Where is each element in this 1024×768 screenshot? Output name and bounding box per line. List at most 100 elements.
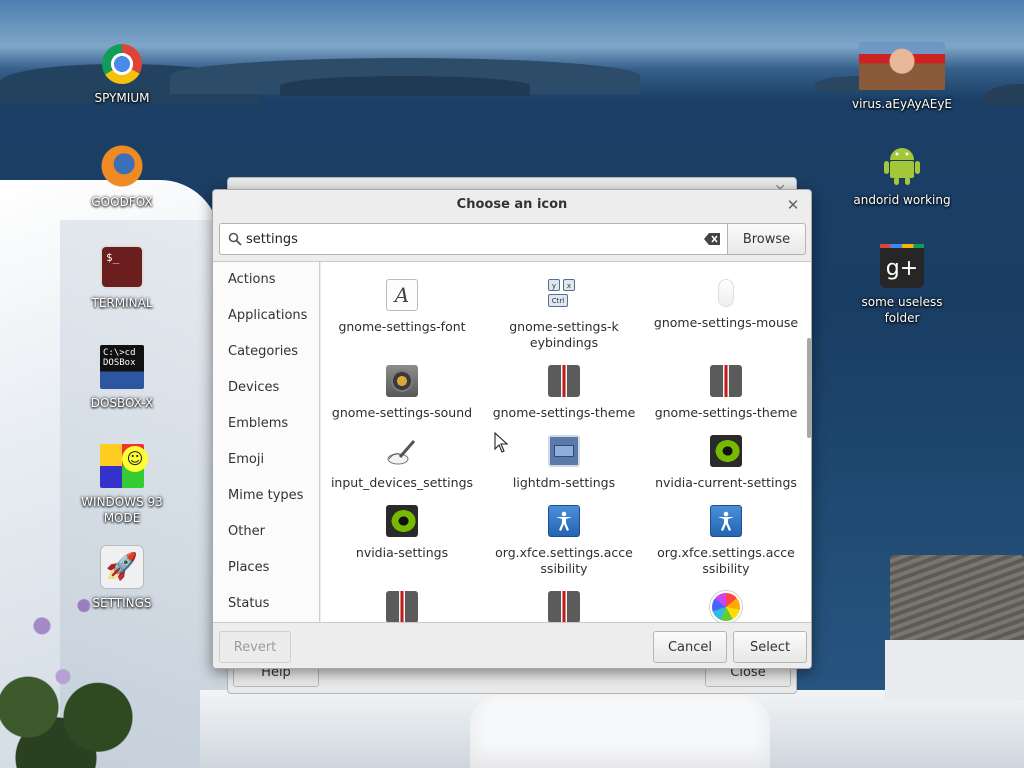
desktop-icon-label: SPYMIUM xyxy=(94,91,150,105)
icon-label: gnome-settings-sound xyxy=(331,405,473,420)
icon-label: input_devices_settings xyxy=(330,475,474,490)
desktop-icon-label: DOSBOX-X xyxy=(90,396,154,410)
speaker-icon xyxy=(386,365,418,397)
rocket-icon: 🚀 xyxy=(100,545,144,589)
clear-search-icon[interactable] xyxy=(701,224,723,254)
smiley-icon: ☺ xyxy=(122,446,148,472)
wallpaper-island xyxy=(280,76,530,96)
icon-label: gnome-settings-theme xyxy=(492,405,636,420)
dialog-title: Choose an icon ✕ xyxy=(213,190,811,220)
accessibility-icon xyxy=(710,505,742,537)
category-actions[interactable]: Actions xyxy=(213,262,319,298)
icon-cell[interactable]: gnome-settings-mouse xyxy=(645,279,807,331)
icon-label: gnome-settings-keybindings xyxy=(509,319,619,350)
suit-tie-icon xyxy=(548,591,580,622)
icon-label: gnome-settings-mouse xyxy=(653,315,799,330)
desktop-icon-windows93[interactable]: ☺ WINDOWS 93 MODE xyxy=(67,444,177,526)
desktop-icon-android[interactable]: andorid working xyxy=(847,142,957,208)
select-button[interactable]: Select xyxy=(733,631,807,663)
icon-label: nvidia-current-settings xyxy=(655,475,797,490)
icon-cell[interactable] xyxy=(321,591,483,622)
category-other[interactable]: Other xyxy=(213,514,319,550)
category-places[interactable]: Places xyxy=(213,550,319,586)
desktop-icon-terminal[interactable]: $_ TERMINAL xyxy=(67,245,177,311)
suit-tie-icon xyxy=(386,591,418,622)
icon-cell[interactable]: y x Ctrl gnome-settings-keybindings xyxy=(483,279,645,351)
dialog-body: Actions Applications Categories Devices … xyxy=(213,261,811,623)
icon-cell[interactable]: gnome-settings-sound xyxy=(321,365,483,421)
desktop-icon-label: GOODFOX xyxy=(91,195,153,209)
search-box xyxy=(219,223,727,255)
desktop-icon-label: SETTINGS xyxy=(89,595,155,611)
category-emoji[interactable]: Emoji xyxy=(213,442,319,478)
icon-cell[interactable]: org.xfce.settings.accessibility xyxy=(483,505,645,577)
photos-icon xyxy=(710,591,742,622)
virus-image-icon xyxy=(859,42,945,90)
suit-tie-icon xyxy=(548,365,580,397)
desktop-icon-goodfox[interactable]: GOODFOX xyxy=(67,144,177,210)
desktop-icon-settings[interactable]: 🚀 SETTINGS xyxy=(67,545,177,611)
android-icon xyxy=(880,142,924,186)
nvidia-icon xyxy=(710,435,742,467)
wallpaper-island xyxy=(985,84,1024,106)
icon-cell[interactable]: A gnome-settings-font xyxy=(321,279,483,335)
desktop-icon-virus[interactable]: virus.aEyAyAEyE xyxy=(847,42,957,112)
search-row: Browse xyxy=(219,223,806,255)
pen-tablet-icon xyxy=(386,435,418,467)
desktop-icon-label: WINDOWS 93 MODE xyxy=(81,495,163,525)
icon-label: nvidia-settings xyxy=(355,545,449,560)
desktop-icon-spymium[interactable]: SPYMIUM xyxy=(67,44,177,106)
close-icon[interactable]: ✕ xyxy=(785,190,801,220)
browse-button[interactable]: Browse xyxy=(727,223,806,255)
icon-cell[interactable]: nvidia-settings xyxy=(321,505,483,561)
suit-tie-icon xyxy=(710,365,742,397)
icon-label: org.xfce.settings.accessibility xyxy=(657,545,795,576)
category-categories[interactable]: Categories xyxy=(213,334,319,370)
category-emblems[interactable]: Emblems xyxy=(213,406,319,442)
category-devices[interactable]: Devices xyxy=(213,370,319,406)
nvidia-icon xyxy=(386,505,418,537)
icon-label: org.xfce.settings.accessibility xyxy=(495,545,633,576)
category-applications[interactable]: Applications xyxy=(213,298,319,334)
terminal-icon: $_ xyxy=(100,245,144,289)
icon-cell[interactable]: nvidia-current-settings xyxy=(645,435,807,491)
search-icon xyxy=(224,224,246,254)
category-mime-types[interactable]: Mime types xyxy=(213,478,319,514)
dialog-footer: Revert Cancel Select xyxy=(213,624,811,668)
chrome-icon xyxy=(102,44,142,84)
icon-label: gnome-settings-theme xyxy=(654,405,798,420)
icon-cell[interactable] xyxy=(483,591,645,622)
icon-cell[interactable]: org.xfce.settings.accessibility xyxy=(645,505,807,577)
icon-grid: A gnome-settings-font y x Ctrl gnome-set… xyxy=(321,262,811,622)
grid-scrollbar[interactable] xyxy=(807,338,811,438)
desktop-icon-label: TERMINAL xyxy=(91,296,153,310)
icon-cell[interactable]: gnome-settings-theme xyxy=(483,365,645,421)
cancel-button[interactable]: Cancel xyxy=(653,631,727,663)
monitor-icon xyxy=(548,435,580,467)
google-plus-icon: g+ xyxy=(880,244,924,288)
mouse-icon xyxy=(718,279,734,307)
wallpaper-pergola-base xyxy=(885,640,1024,700)
keyboard-icon: y x Ctrl xyxy=(548,279,580,311)
font-icon: A xyxy=(386,279,418,311)
windows93-icon: ☺ xyxy=(100,444,148,488)
icon-cell[interactable] xyxy=(645,591,807,622)
wallpaper-pergola xyxy=(890,555,1024,645)
desktop-icon-label: virus.aEyAyAEyE xyxy=(851,97,953,111)
search-input[interactable] xyxy=(246,225,701,253)
icon-cell[interactable]: input_devices_settings xyxy=(321,435,483,491)
icon-label: lightdm-settings xyxy=(512,475,616,490)
desktop-icon-folder[interactable]: g+ some useless folder xyxy=(847,244,957,326)
desktop-icon-dosbox[interactable]: C:\>cd DOSBox DOSBOX-X xyxy=(67,345,177,411)
dialog-title-text: Choose an icon xyxy=(456,197,568,212)
icon-cell[interactable]: gnome-settings-theme xyxy=(645,365,807,421)
wallpaper-sofa xyxy=(470,695,770,768)
revert-button[interactable]: Revert xyxy=(219,631,291,663)
desktop-icon-label: andorid working xyxy=(853,193,951,207)
dosbox-icon: C:\>cd DOSBox xyxy=(100,345,144,389)
category-status[interactable]: Status xyxy=(213,586,319,622)
firefox-icon xyxy=(100,144,144,188)
icon-label: gnome-settings-font xyxy=(338,319,466,334)
category-sidebar: Actions Applications Categories Devices … xyxy=(213,262,320,622)
choose-icon-dialog: Choose an icon ✕ Browse Actions Applicat… xyxy=(212,189,812,669)
